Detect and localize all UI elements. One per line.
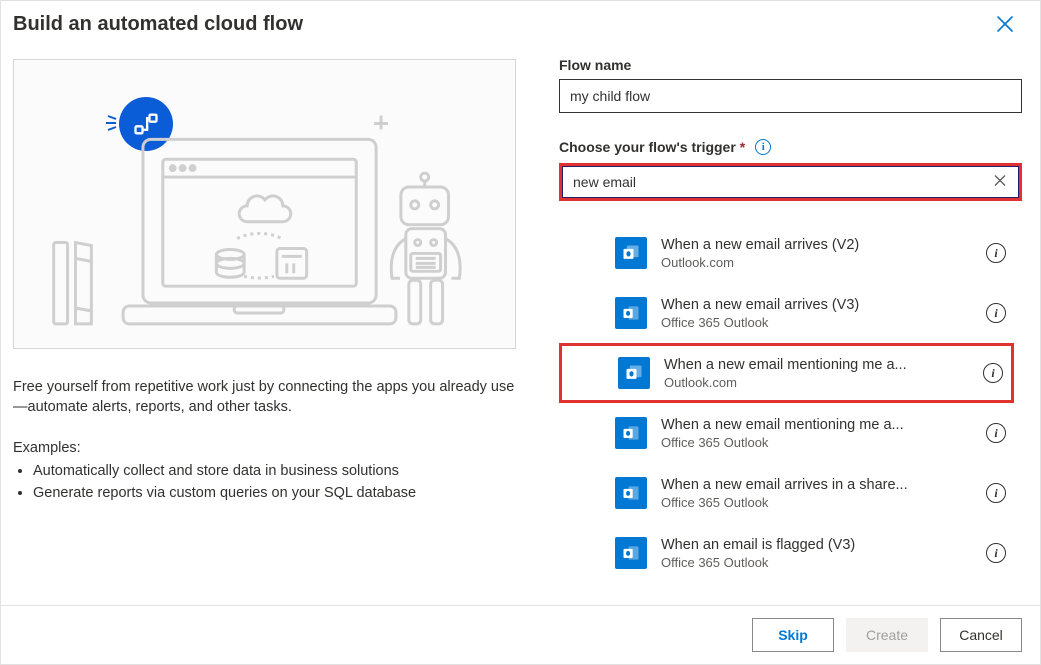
trigger-title: When a new email mentioning me a... xyxy=(664,357,975,373)
trigger-list[interactable]: When a new email arrives (V2) Outlook.com… xyxy=(559,223,1022,605)
connector-icon xyxy=(615,537,647,569)
info-icon[interactable]: i xyxy=(755,139,771,155)
trigger-text: When a new email mentioning me a... Offic… xyxy=(661,417,978,450)
dialog-footer: Skip Create Cancel xyxy=(1,605,1040,664)
trigger-text: When a new email mentioning me a... Outlo… xyxy=(664,357,975,390)
connector-icon xyxy=(615,297,647,329)
right-panel: Flow name Choose your flow's trigger* i … xyxy=(541,47,1040,605)
illustration xyxy=(13,59,516,349)
trigger-connector: Office 365 Outlook xyxy=(661,315,978,330)
info-icon[interactable]: i xyxy=(986,303,1006,323)
connector-icon xyxy=(618,357,650,389)
cancel-button[interactable]: Cancel xyxy=(940,618,1022,652)
trigger-search-wrap xyxy=(559,163,1022,201)
flow-name-input[interactable] xyxy=(559,79,1022,113)
trigger-item[interactable]: When a new email mentioning me a... Outlo… xyxy=(559,343,1014,403)
trigger-title: When a new email arrives in a share... xyxy=(661,477,978,493)
info-icon[interactable]: i xyxy=(986,423,1006,443)
info-icon[interactable]: i xyxy=(986,483,1006,503)
skip-button[interactable]: Skip xyxy=(752,618,834,652)
trigger-item[interactable]: When a new email mentioning me a... Offic… xyxy=(559,403,1014,463)
dialog-title: Build an automated cloud flow xyxy=(13,13,303,36)
trigger-title: When an email is flagged (V3) xyxy=(661,537,978,553)
dialog: Build an automated cloud flow xyxy=(0,0,1041,665)
description-text: Free yourself from repetitive work just … xyxy=(13,377,516,418)
examples-label: Examples: xyxy=(13,440,516,456)
flow-name-label: Flow name xyxy=(559,57,1022,73)
trigger-text: When a new email arrives in a share... Of… xyxy=(661,477,978,510)
trigger-connector: Office 365 Outlook xyxy=(661,555,978,570)
trigger-connector: Office 365 Outlook xyxy=(661,435,978,450)
info-icon[interactable]: i xyxy=(986,543,1006,563)
example-item: Generate reports via custom queries on y… xyxy=(33,484,516,504)
trigger-item[interactable]: When an email is flagged (V3) Office 365 … xyxy=(559,523,1014,583)
info-icon[interactable]: i xyxy=(983,363,1003,383)
connector-icon xyxy=(615,417,647,449)
title-bar: Build an automated cloud flow xyxy=(1,1,1040,47)
trigger-item[interactable]: When a new email arrives in a share... Of… xyxy=(559,463,1014,523)
trigger-search-input[interactable] xyxy=(562,166,1019,198)
trigger-text: When a new email arrives (V3) Office 365 … xyxy=(661,297,978,330)
create-button[interactable]: Create xyxy=(846,618,928,652)
close-icon[interactable] xyxy=(992,13,1018,39)
trigger-title: When a new email arrives (V2) xyxy=(661,237,978,253)
trigger-title: When a new email arrives (V3) xyxy=(661,297,978,313)
example-item: Automatically collect and store data in … xyxy=(33,462,516,482)
trigger-text: When a new email arrives (V2) Outlook.com xyxy=(661,237,978,270)
trigger-item[interactable]: When a new email arrives (V3) Office 365 … xyxy=(559,283,1014,343)
trigger-label: Choose your flow's trigger* xyxy=(559,139,745,155)
trigger-text: When an email is flagged (V3) Office 365 … xyxy=(661,537,978,570)
connector-icon xyxy=(615,477,647,509)
left-panel: Free yourself from repetitive work just … xyxy=(1,47,541,605)
examples: Examples: Automatically collect and stor… xyxy=(13,418,516,507)
trigger-connector: Outlook.com xyxy=(664,375,975,390)
info-icon[interactable]: i xyxy=(986,243,1006,263)
clear-search-icon[interactable] xyxy=(993,174,1007,191)
trigger-title: When a new email mentioning me a... xyxy=(661,417,978,433)
trigger-item[interactable]: When a new email arrives (V2) Outlook.com… xyxy=(559,223,1014,283)
trigger-connector: Office 365 Outlook xyxy=(661,495,978,510)
trigger-connector: Outlook.com xyxy=(661,255,978,270)
connector-icon xyxy=(615,237,647,269)
illustration-svg xyxy=(14,60,515,348)
